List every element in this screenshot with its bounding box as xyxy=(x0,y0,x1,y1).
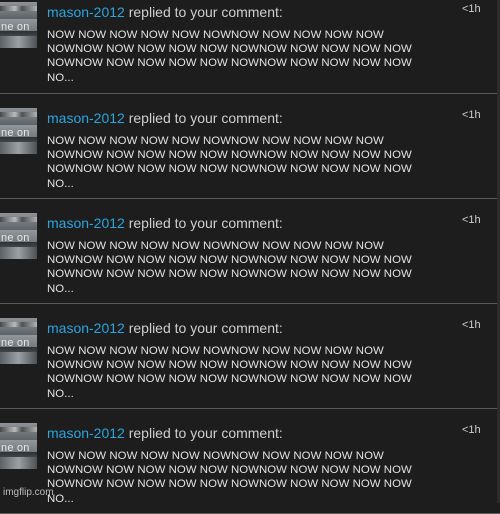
thumbnail-band xyxy=(0,142,37,154)
username-link[interactable]: mason-2012 xyxy=(47,215,125,231)
timestamp: <1h xyxy=(462,3,481,15)
notification-feed: ne on mason-2012 replied to your comment… xyxy=(0,0,500,514)
notification-action: replied to your comment: xyxy=(128,425,283,441)
thumbnail-text: ne on xyxy=(1,442,30,454)
thumbnail-band xyxy=(0,352,37,364)
post-thumbnail[interactable]: ne on xyxy=(0,423,37,469)
notification-item[interactable]: ne on mason-2012 replied to your comment… xyxy=(0,0,500,94)
timestamp: <1h xyxy=(462,109,481,121)
notification-item[interactable]: ne on mason-2012 replied to your comment… xyxy=(0,304,500,409)
thumbnail-strip xyxy=(0,6,37,11)
notification-action: replied to your comment: xyxy=(128,215,283,231)
post-thumbnail[interactable]: ne on xyxy=(0,318,37,364)
post-thumbnail[interactable]: ne on xyxy=(0,213,37,259)
timestamp: <1h xyxy=(462,214,481,226)
thumbnail-strip xyxy=(0,112,37,117)
thumbnail-band xyxy=(0,36,37,48)
thumbnail-text: ne on xyxy=(1,232,30,244)
notification-action: replied to your comment: xyxy=(128,320,283,336)
thumbnail-band xyxy=(0,457,37,469)
notification-header: mason-2012 replied to your comment: xyxy=(47,320,283,336)
watermark: imgflip.com xyxy=(3,487,54,498)
comment-text[interactable]: NOW NOW NOW NOW NOW NOWNOW NOW NOW NOW N… xyxy=(47,449,452,506)
thumbnail-strip xyxy=(0,322,37,327)
notification-item[interactable]: ne on mason-2012 replied to your comment… xyxy=(0,409,500,514)
post-thumbnail[interactable]: ne on xyxy=(0,108,37,154)
notification-item[interactable]: ne on mason-2012 replied to your comment… xyxy=(0,199,500,304)
thumbnail-band xyxy=(0,247,37,259)
username-link[interactable]: mason-2012 xyxy=(47,425,125,441)
post-thumbnail[interactable]: ne on xyxy=(0,2,37,48)
thumbnail-text: ne on xyxy=(1,337,30,349)
timestamp: <1h xyxy=(462,319,481,331)
username-link[interactable]: mason-2012 xyxy=(47,320,125,336)
thumbnail-strip xyxy=(0,427,37,432)
notification-header: mason-2012 replied to your comment: xyxy=(47,4,283,20)
comment-text[interactable]: NOW NOW NOW NOW NOW NOWNOW NOW NOW NOW N… xyxy=(47,28,452,85)
comment-text[interactable]: NOW NOW NOW NOW NOW NOWNOW NOW NOW NOW N… xyxy=(47,344,452,401)
notification-header: mason-2012 replied to your comment: xyxy=(47,110,283,126)
notification-action: replied to your comment: xyxy=(128,110,283,126)
thumbnail-text: ne on xyxy=(1,127,30,139)
thumbnail-text: ne on xyxy=(1,21,30,33)
comment-text[interactable]: NOW NOW NOW NOW NOW NOWNOW NOW NOW NOW N… xyxy=(47,239,452,296)
thumbnail-strip xyxy=(0,217,37,222)
notification-action: replied to your comment: xyxy=(128,4,283,20)
timestamp: <1h xyxy=(462,424,481,436)
comment-text[interactable]: NOW NOW NOW NOW NOW NOWNOW NOW NOW NOW N… xyxy=(47,134,452,191)
notification-item[interactable]: ne on mason-2012 replied to your comment… xyxy=(0,94,500,199)
username-link[interactable]: mason-2012 xyxy=(47,110,125,126)
notification-header: mason-2012 replied to your comment: xyxy=(47,215,283,231)
username-link[interactable]: mason-2012 xyxy=(47,4,125,20)
notification-header: mason-2012 replied to your comment: xyxy=(47,425,283,441)
